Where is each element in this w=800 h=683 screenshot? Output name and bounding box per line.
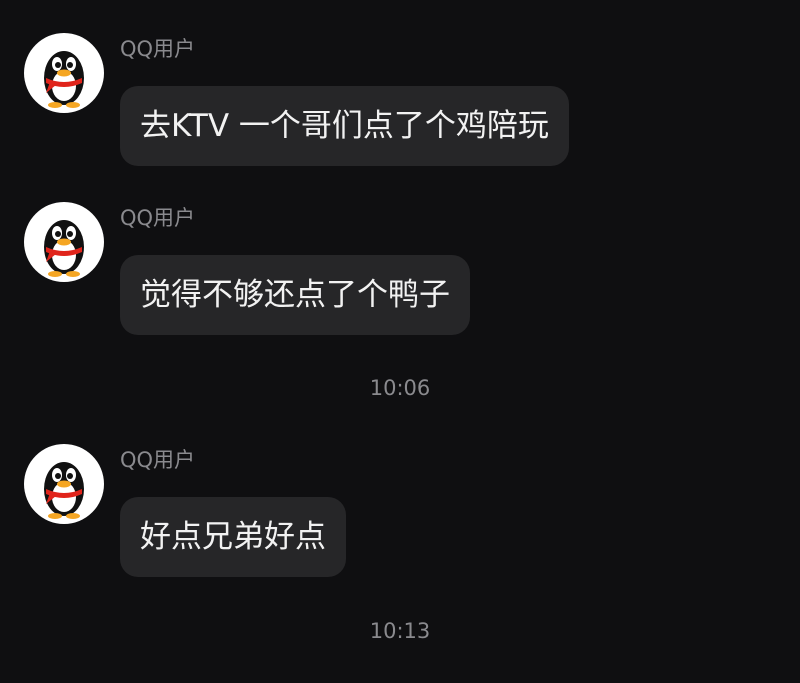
timestamp: 10:06 xyxy=(369,376,431,400)
message-bubble[interactable]: 去KTV 一个哥们点了个鸡陪玩 xyxy=(120,86,569,166)
message-bubble[interactable]: 觉得不够还点了个鸭子 xyxy=(120,255,470,335)
sender-name: QQ用户 xyxy=(120,206,196,230)
qq-penguin-icon[interactable] xyxy=(24,202,104,282)
chat-window: QQ用户 去KTV 一个哥们点了个鸡陪玩 QQ用户 觉得不够还点了个鸭子 10:… xyxy=(0,0,800,683)
timestamp: 10:13 xyxy=(369,619,431,643)
qq-penguin-icon[interactable] xyxy=(24,444,104,524)
sender-name: QQ用户 xyxy=(120,448,196,472)
qq-penguin-icon[interactable] xyxy=(24,33,104,113)
sender-name: QQ用户 xyxy=(120,37,196,61)
message-bubble[interactable]: 好点兄弟好点 xyxy=(120,497,346,577)
